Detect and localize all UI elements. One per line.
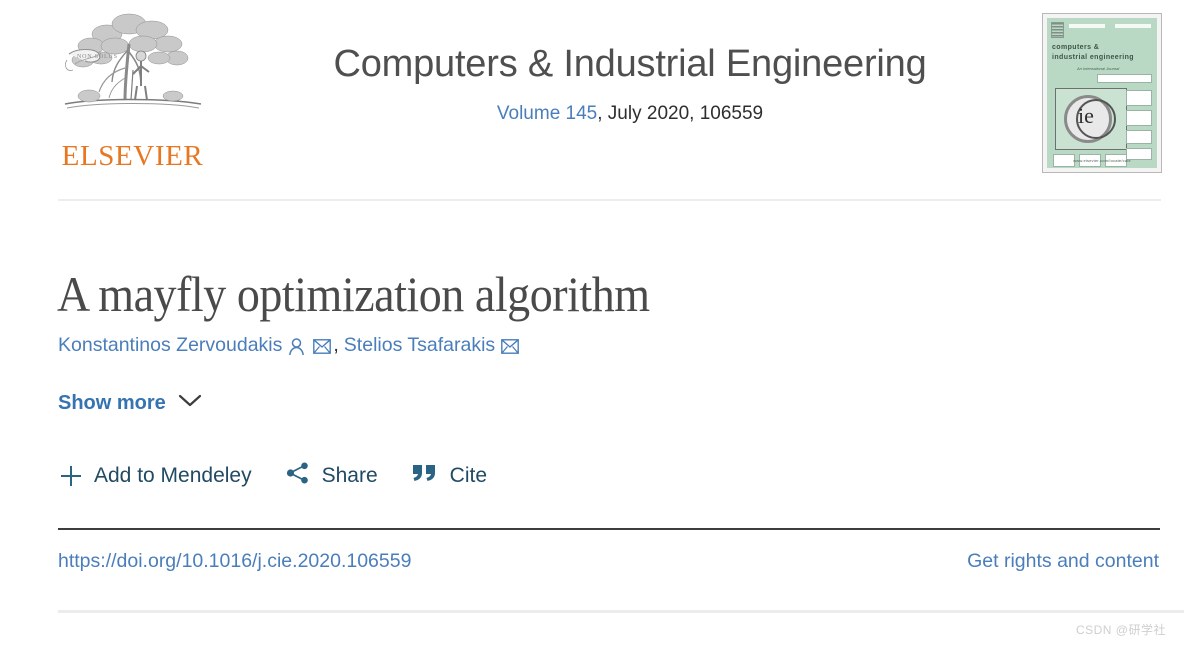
journal-title: Computers & Industrial Engineering: [333, 43, 927, 85]
cover-subtitle: An International Journal: [1077, 66, 1120, 71]
journal-issue-line: Volume 145, July 2020, 106559: [240, 103, 1020, 125]
journal-cover-thumbnail[interactable]: computers & industrial engineering An In…: [1042, 13, 1162, 173]
chevron-down-icon: [178, 394, 202, 413]
envelope-icon[interactable]: [313, 339, 332, 354]
watermark: CSDN @研学社: [1075, 623, 1166, 637]
cite-label: Cite: [449, 464, 488, 487]
cover-graphic: ie: [1055, 88, 1127, 150]
get-rights-and-content-link[interactable]: Get rights and content: [967, 550, 1159, 573]
cover-footer-url: www.elsevier.com/locate/caie: [1073, 158, 1131, 163]
cover-side-box: [1126, 90, 1152, 106]
add-to-mendeley-button[interactable]: Add to Mendeley: [60, 464, 252, 488]
show-more-label: Show more: [58, 392, 166, 414]
add-to-mendeley-label: Add to Mendeley: [94, 464, 252, 487]
journal-cover-image: computers & industrial engineering An In…: [1047, 18, 1157, 168]
cover-side-box: [1126, 110, 1152, 126]
svg-text:NON SOLUS: NON SOLUS: [77, 54, 118, 60]
cover-title-line-2: industrial engineering: [1052, 54, 1134, 61]
bottom-divider: [58, 610, 1184, 613]
cite-button[interactable]: Cite: [412, 463, 487, 489]
share-nodes-icon: [286, 462, 310, 490]
journal-header: NON SOLUS ELSEVIER Computers & Industria…: [0, 0, 1184, 198]
cover-header-line-1: [1069, 24, 1105, 28]
quote-marks-icon: [412, 463, 438, 489]
cover-header-line-2: [1115, 24, 1151, 28]
page-title: A mayfly optimization algorithm: [57, 265, 650, 322]
doi-divider: [58, 528, 1160, 530]
plus-icon: [60, 465, 82, 487]
share-label: Share: [321, 464, 378, 487]
cover-logo-text: ie: [1078, 103, 1094, 128]
article-actions: Add to Mendeley Share Cite: [60, 462, 487, 490]
elsevier-tree-logo-icon: NON SOLUS: [55, 8, 210, 138]
cover-side-box: [1126, 130, 1152, 144]
author-link-2[interactable]: Stelios Tsafarakis: [344, 334, 495, 357]
author-separator: ,: [333, 334, 339, 356]
doi-link[interactable]: https://doi.org/10.1016/j.cie.2020.10655…: [58, 550, 411, 573]
header-divider: [58, 199, 1161, 201]
volume-link[interactable]: Volume 145: [497, 103, 597, 124]
elsevier-logo[interactable]: NON SOLUS ELSEVIER: [55, 8, 210, 173]
envelope-icon[interactable]: [501, 339, 520, 354]
author-link-1[interactable]: Konstantinos Zervoudakis: [58, 334, 282, 357]
journal-info: Computers & Industrial Engineering Volum…: [240, 43, 1020, 125]
person-icon[interactable]: [288, 337, 305, 356]
author-list: Konstantinos Zervoudakis , Stelios Tsafa…: [58, 334, 521, 357]
cover-publisher-mark: [1051, 22, 1064, 38]
elsevier-wordmark: ELSEVIER: [61, 140, 204, 172]
share-button[interactable]: Share: [286, 462, 378, 490]
issue-info: , July 2020, 106559: [597, 102, 764, 124]
show-more-button[interactable]: Show more: [58, 392, 202, 415]
cover-badge: [1097, 74, 1152, 83]
article-page: NON SOLUS ELSEVIER Computers & Industria…: [0, 0, 1184, 646]
cover-title-line-1: computers &: [1052, 44, 1100, 51]
